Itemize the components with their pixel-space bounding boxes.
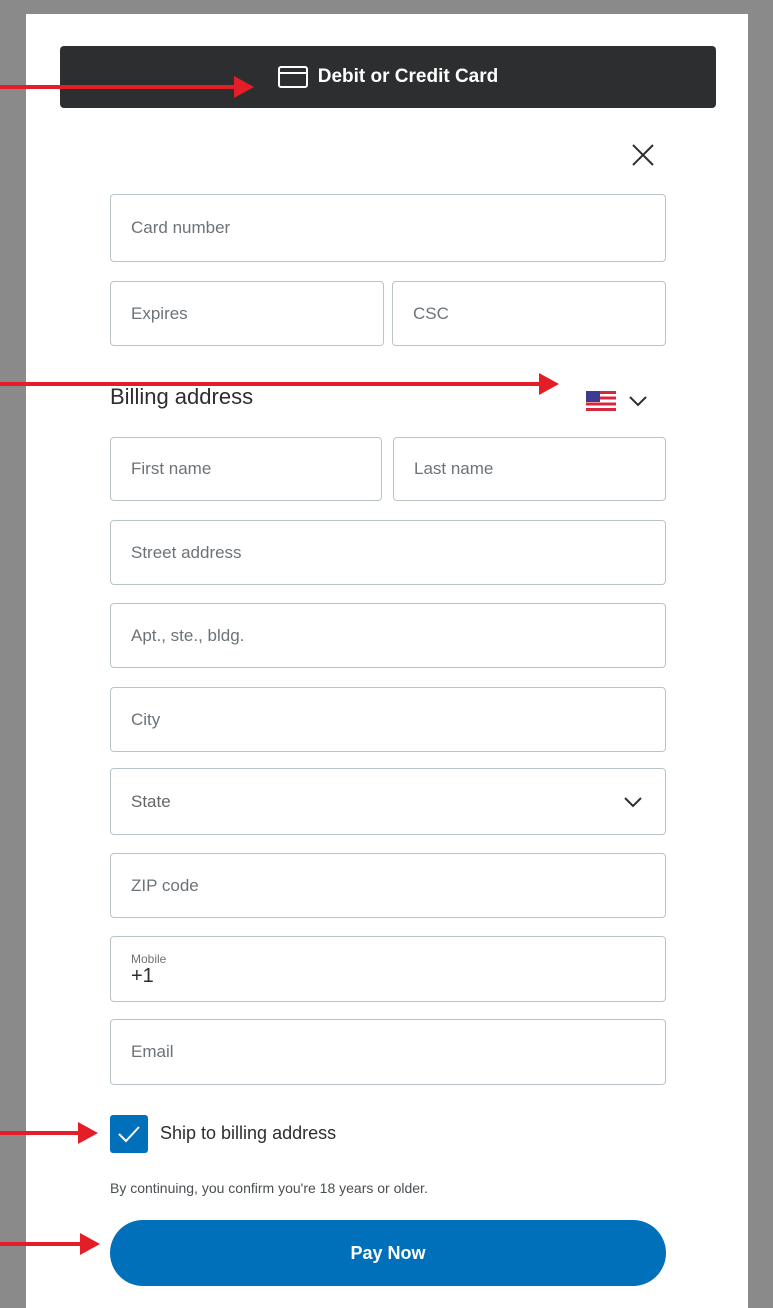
annotation-arrow: [0, 373, 559, 395]
annotation-arrow: [0, 1122, 98, 1144]
zip-code-field[interactable]: [110, 853, 666, 918]
street-address-input[interactable]: [131, 542, 665, 563]
mobile-field[interactable]: Mobile +1: [110, 936, 666, 1002]
annotation-arrow: [0, 76, 254, 98]
chevron-down-icon: [624, 796, 642, 807]
zip-code-input[interactable]: [131, 875, 665, 896]
pay-now-button[interactable]: Pay Now: [110, 1220, 666, 1286]
state-select[interactable]: State: [110, 768, 666, 835]
ship-to-billing-label: Ship to billing address: [160, 1123, 337, 1143]
us-flag-icon: [586, 391, 616, 411]
last-name-input[interactable]: [414, 459, 665, 479]
expires-input[interactable]: [131, 303, 383, 324]
last-name-field[interactable]: [393, 437, 666, 501]
email-input[interactable]: [131, 1042, 665, 1062]
card-number-input[interactable]: [131, 218, 665, 238]
chevron-down-icon: [629, 396, 647, 407]
close-button[interactable]: [628, 140, 658, 170]
city-field[interactable]: [110, 687, 666, 752]
ship-to-billing-checkbox[interactable]: [110, 1115, 148, 1153]
credit-card-icon: [277, 66, 308, 88]
country-selector[interactable]: [586, 388, 662, 414]
city-input[interactable]: [131, 709, 665, 730]
state-select-value: State: [131, 791, 171, 811]
first-name-field[interactable]: [110, 437, 382, 501]
billing-address-label: Billing address: [110, 384, 254, 409]
csc-input[interactable]: [413, 303, 665, 324]
apt-field[interactable]: [110, 603, 666, 668]
card-header-tab[interactable]: Debit or Credit Card: [60, 46, 716, 108]
street-address-field[interactable]: [110, 520, 666, 585]
first-name-input[interactable]: [131, 459, 381, 479]
card-header-title: Debit or Credit Card: [317, 66, 499, 87]
apt-input[interactable]: [131, 625, 665, 646]
email-field[interactable]: [110, 1019, 666, 1085]
checkmark-icon: [118, 1126, 140, 1143]
mobile-value: +1: [131, 965, 154, 987]
age-disclaimer: By continuing, you confirm you're 18 yea…: [110, 1180, 428, 1196]
csc-field[interactable]: [392, 281, 666, 346]
annotation-arrow: [0, 1233, 100, 1255]
card-number-field[interactable]: [110, 194, 666, 262]
expires-field[interactable]: [110, 281, 384, 346]
mobile-label: Mobile: [131, 952, 167, 966]
close-icon: [632, 144, 654, 166]
